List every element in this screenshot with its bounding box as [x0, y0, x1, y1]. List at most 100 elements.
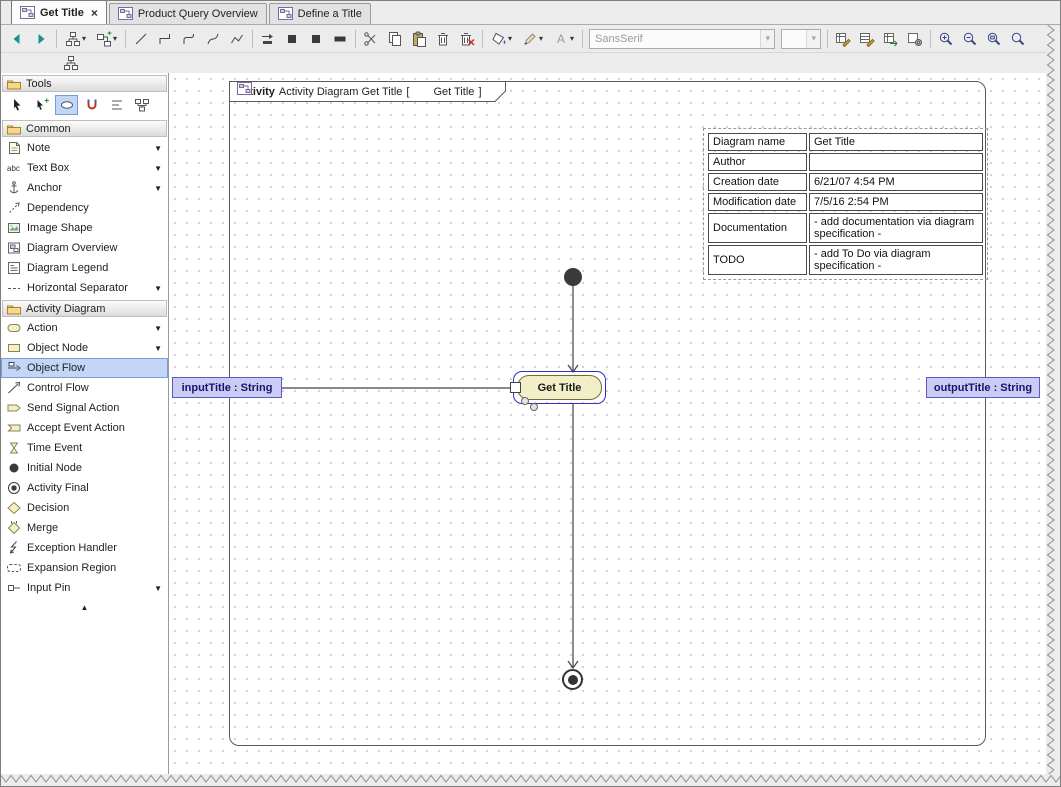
fill-toggle-3-button[interactable]: [328, 27, 352, 51]
forward-button[interactable]: [29, 27, 53, 51]
activity-parameter-output[interactable]: outputTitle : String: [926, 377, 1040, 398]
close-tab-icon[interactable]: ×: [91, 8, 98, 18]
palette-item-time-event[interactable]: Time Event: [1, 438, 168, 458]
palette-item-label: Note: [27, 142, 50, 154]
input-pin[interactable]: [510, 382, 521, 393]
folder-icon: [6, 121, 22, 137]
palette-item-object-node[interactable]: Object Node▼: [1, 338, 168, 358]
oblique-path-button[interactable]: [129, 27, 153, 51]
chevron-down-icon: ▾: [806, 30, 820, 48]
manipulator-handle[interactable]: [530, 403, 538, 411]
palette-item-anchor[interactable]: Anchor▼: [1, 178, 168, 198]
related-table-button[interactable]: [879, 27, 903, 51]
show-ports-button[interactable]: [256, 27, 280, 51]
palette-collapse-button[interactable]: ▲: [1, 598, 168, 612]
fill-toggle-2-button[interactable]: [304, 27, 328, 51]
diagram-canvas[interactable]: activity Activity Diagram Get Title [ Ge…: [169, 73, 1048, 774]
palette-item-dependency[interactable]: Dependency: [1, 198, 168, 218]
font-color-button[interactable]: A▾: [548, 27, 579, 51]
palette-item-label: Decision: [27, 502, 69, 514]
rounded-path-button[interactable]: [177, 27, 201, 51]
delete-from-model-button[interactable]: [455, 27, 479, 51]
font-family-select[interactable]: SansSerif▾: [589, 29, 775, 49]
tree-icon: [63, 55, 79, 71]
rectilinear-path-button[interactable]: [153, 27, 177, 51]
delete-button[interactable]: [431, 27, 455, 51]
compartment-settings-button[interactable]: [903, 27, 927, 51]
palette-item-text-box[interactable]: abcText Box▼: [1, 158, 168, 178]
select-tool[interactable]: [5, 95, 28, 115]
copy-button[interactable]: [383, 27, 407, 51]
palette-item-initial-node[interactable]: Initial Node: [1, 458, 168, 478]
zoom-out-button[interactable]: [958, 27, 982, 51]
zoom-in-button[interactable]: [934, 27, 958, 51]
palette-item-send-signal-action[interactable]: Send Signal Action: [1, 398, 168, 418]
tab-get-title[interactable]: Get Title×: [11, 0, 107, 24]
add-related-elements-button[interactable]: ▾: [91, 27, 122, 51]
chevron-down-icon[interactable]: ▼: [154, 284, 162, 293]
magnet-tool[interactable]: [80, 95, 103, 115]
initial-node[interactable]: [564, 268, 582, 286]
palette-item-input-pin[interactable]: Input Pin▼: [1, 578, 168, 598]
link-tool[interactable]: [55, 95, 78, 115]
font-size-select[interactable]: ▾: [781, 29, 821, 49]
tab-product-query-overview[interactable]: Product Query Overview: [109, 3, 267, 24]
oblique-break-path-button[interactable]: [225, 27, 249, 51]
zoom-out-icon: [962, 31, 978, 47]
multi-select-tool[interactable]: [30, 95, 53, 115]
palette-section-tools[interactable]: Tools: [2, 75, 167, 92]
palette-item-note[interactable]: Note ▼: [1, 138, 168, 158]
palette-item-diagram-overview[interactable]: Diagram Overview: [1, 238, 168, 258]
chevron-down-icon[interactable]: ▼: [154, 184, 162, 193]
edit-compartment-button[interactable]: [831, 27, 855, 51]
activity-final-node[interactable]: [562, 669, 583, 690]
chevron-down-icon[interactable]: ▼: [154, 584, 162, 593]
paste-button[interactable]: [407, 27, 431, 51]
palette-item-diagram-legend[interactable]: Diagram Legend: [1, 258, 168, 278]
tab-define-a-title[interactable]: Define a Title: [269, 3, 371, 24]
folder-icon: [6, 301, 22, 317]
palette-item-action[interactable]: Action▼: [1, 318, 168, 338]
action-icon: [6, 320, 22, 336]
align-tool[interactable]: [105, 95, 128, 115]
action-get-title[interactable]: Get Title: [517, 375, 602, 400]
line-color-button[interactable]: ▾: [517, 27, 548, 51]
chevron-down-icon[interactable]: ▼: [154, 144, 162, 153]
palette-item-object-flow[interactable]: Object Flow: [1, 358, 168, 378]
palette-item-decision[interactable]: Decision: [1, 498, 168, 518]
cut-button[interactable]: [359, 27, 383, 51]
fill-color-button[interactable]: ▾: [486, 27, 517, 51]
controlflow-icon: [6, 380, 22, 396]
fill-toggle-1-button[interactable]: [280, 27, 304, 51]
activity-parameter-input[interactable]: inputTitle : String: [172, 377, 282, 398]
structure-tool[interactable]: [130, 95, 153, 115]
back-button[interactable]: [5, 27, 29, 51]
palette-item-horizontal-separator[interactable]: Horizontal Separator▼: [1, 278, 168, 298]
chevron-down-icon[interactable]: ▼: [154, 344, 162, 353]
structure-icon: [134, 97, 150, 113]
related-icon: [96, 31, 112, 47]
layout-button[interactable]: ▾: [60, 27, 91, 51]
tab-label: Define a Title: [298, 8, 362, 20]
palette-section-activity-diagram[interactable]: Activity Diagram: [2, 300, 167, 317]
palette-item-control-flow[interactable]: Control Flow: [1, 378, 168, 398]
palette-item-activity-final[interactable]: Activity Final: [1, 478, 168, 498]
show-containment-button[interactable]: [59, 51, 83, 75]
svg-text:A: A: [557, 32, 565, 46]
timeevent-icon: [6, 440, 22, 456]
chevron-down-icon[interactable]: ▼: [154, 164, 162, 173]
manipulator-handle[interactable]: [521, 397, 529, 405]
palette-item-exception-handler[interactable]: Exception Handler: [1, 538, 168, 558]
bucket-icon: [491, 31, 507, 47]
palette-section-common[interactable]: Common: [2, 120, 167, 137]
bezier-path-button[interactable]: [201, 27, 225, 51]
chevron-down-icon[interactable]: ▼: [154, 324, 162, 333]
palette-item-image-shape[interactable]: Image Shape: [1, 218, 168, 238]
palette-item-merge[interactable]: Merge: [1, 518, 168, 538]
edit-compartment-2-button[interactable]: [855, 27, 879, 51]
fit-in-window-button[interactable]: [982, 27, 1006, 51]
palette-item-expansion-region[interactable]: Expansion Region: [1, 558, 168, 578]
palette-item-accept-event-action[interactable]: Accept Event Action: [1, 418, 168, 438]
zoom-1-1-button[interactable]: [1006, 27, 1030, 51]
copy-icon: [387, 31, 403, 47]
